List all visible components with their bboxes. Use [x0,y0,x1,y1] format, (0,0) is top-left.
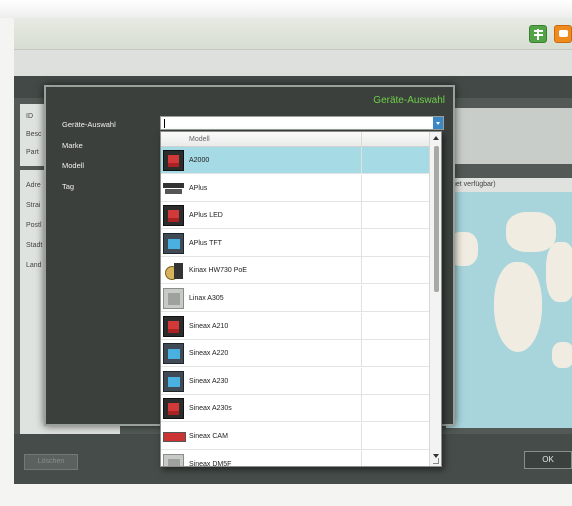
blue-display-meter-icon [163,343,184,365]
chevron-down-icon[interactable] [433,117,443,129]
column-separator [361,395,362,423]
header-bar [14,18,572,50]
column-separator [361,202,362,230]
bg-label-land: Land [26,262,42,269]
column-separator [361,132,362,147]
list-item[interactable]: Sineax A210 [161,312,429,340]
list-item[interactable]: A2000 [161,147,429,174]
list-item[interactable]: Sineax A230 [161,367,429,395]
blue-display-meter-icon [163,370,184,392]
text-caret [164,119,165,128]
panel-meter-icon [163,315,184,337]
label-tag: Tag [62,182,75,191]
stacked-meter-icon [163,178,184,199]
panel-meter-icon [163,205,184,227]
panel-meter-icon [163,150,184,171]
column-header-model: Modell [189,136,210,143]
dialog-title: Geräte-Auswahl [373,95,445,106]
list-item[interactable]: Sineax A220 [161,340,429,368]
vertical-scrollbar[interactable] [429,132,441,466]
ok-button[interactable]: OK [524,451,572,469]
gray-meter-icon [163,288,184,309]
world-map[interactable] [446,192,572,428]
blue-display-meter-icon [163,232,184,254]
scroll-up-icon[interactable] [433,136,439,140]
list-item-label: Sineax A230 [189,377,229,385]
list-item-label: APlus LED [189,212,223,220]
list-item[interactable]: Kinax HW730 PoE [161,257,429,285]
network-status-label: net verfügbar) [446,178,572,192]
label-brand: Marke [62,141,83,150]
label-model: Modell [62,161,85,170]
map-land-europe [506,212,556,252]
panel-meter-icon [163,398,184,420]
column-separator [361,450,362,466]
map-land-island [552,342,572,368]
list-item[interactable]: Sineax CAM [161,423,429,450]
bg-label-beschreibung: Besc [26,131,42,138]
column-separator [361,285,362,312]
list-item-label: Linax A305 [189,295,224,302]
map-land-asia [546,242,572,302]
column-separator [361,147,362,174]
bg-label-id: ID [26,113,33,120]
delete-button[interactable]: Löschen [24,454,78,470]
list-item-label: Kinax HW730 PoE [189,267,247,275]
column-separator [361,367,362,395]
resize-grip-icon[interactable] [433,458,439,464]
column-separator [361,312,362,340]
column-separator [361,340,362,368]
device-selection-combobox[interactable] [160,116,444,130]
list-item-label: APlus TFT [189,239,222,247]
message-icon[interactable] [554,25,572,43]
sub-toolbar [14,50,572,76]
list-item-label: Sineax DM5F [189,460,232,467]
add-device-icon[interactable] [529,25,547,43]
list-item[interactable]: APlus [161,174,429,202]
column-separator [361,257,362,285]
angle-sensor-icon [163,260,184,281]
list-item[interactable]: Sineax A230s [161,395,429,423]
column-separator [361,174,362,202]
strip-meter-icon [163,426,186,447]
bg-label-adresse: Adre [26,182,41,189]
gray-meter-icon [163,453,184,466]
column-separator [361,423,362,450]
list-item-label: Sineax A220 [189,350,229,358]
list-item-label: Sineax A230s [189,405,232,413]
bg-label-postleitzahl: Postl [26,222,42,229]
bg-label-strasse: Strai [26,202,41,209]
scrollbar-thumb[interactable] [434,146,439,292]
list-header[interactable]: Modell [161,132,429,147]
list-item[interactable]: APlus LED [161,202,429,230]
device-dropdown-list[interactable]: Modell A2000 APlus APlus LED APlus TFT Kinax… [160,131,442,467]
list-item[interactable]: Linax A305 [161,285,429,312]
list-item[interactable]: Sineax DM5F [161,450,429,467]
list-item-label: Sineax CAM [189,433,228,440]
list-item[interactable]: APlus TFT [161,229,429,257]
list-item-label: A2000 [189,157,210,164]
label-device-selection: Geräte-Auswahl [62,120,116,129]
top-strip [0,0,572,18]
list-item-label: APlus [189,184,208,192]
map-land-africa [494,262,542,352]
bg-label-partner: Part [26,149,39,156]
column-separator [361,229,362,257]
bg-label-stadt: Stadt [26,242,43,249]
list-item-label: Sineax A210 [189,322,229,330]
form-card-right [446,108,572,164]
